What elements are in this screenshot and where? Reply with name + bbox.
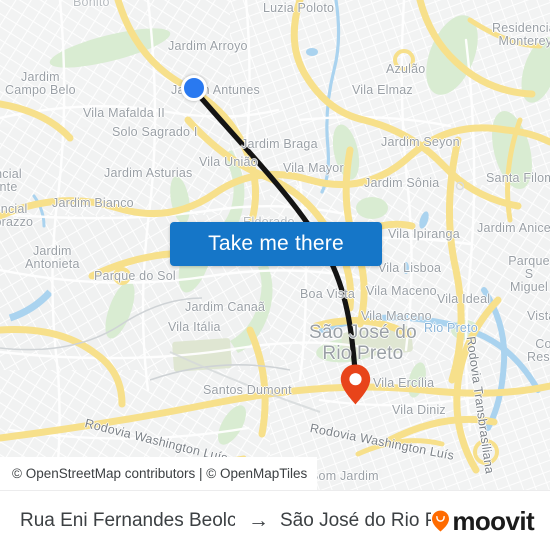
attribution-text: © OpenStreetMap contributors | © OpenMap… <box>12 466 308 481</box>
origin-address-label[interactable]: Rua Eni Fernandes Beolchi, ... <box>20 510 235 532</box>
map-attribution: © OpenStreetMap contributors | © OpenMap… <box>0 457 318 490</box>
map-canvas[interactable]: Luzia Poloto Bonito Jardim Arroyo Residenci… <box>0 0 550 490</box>
moovit-wordmark: moovit <box>452 505 534 536</box>
destination-pin-marker[interactable] <box>339 363 372 406</box>
take-me-there-button[interactable]: Take me there <box>170 222 382 266</box>
origin-dot-marker[interactable] <box>181 75 207 101</box>
destination-address-label[interactable]: São José do Rio Pr... <box>280 510 431 532</box>
moovit-pin-icon <box>431 510 450 532</box>
trip-summary-bar: Rua Eni Fernandes Beolchi, ... → São Jos… <box>0 490 550 550</box>
moovit-logo[interactable]: moovit <box>431 505 535 536</box>
arrow-right-icon: → <box>248 509 269 532</box>
moovit-map-screen: Luzia Poloto Bonito Jardim Arroyo Residenci… <box>0 0 550 550</box>
